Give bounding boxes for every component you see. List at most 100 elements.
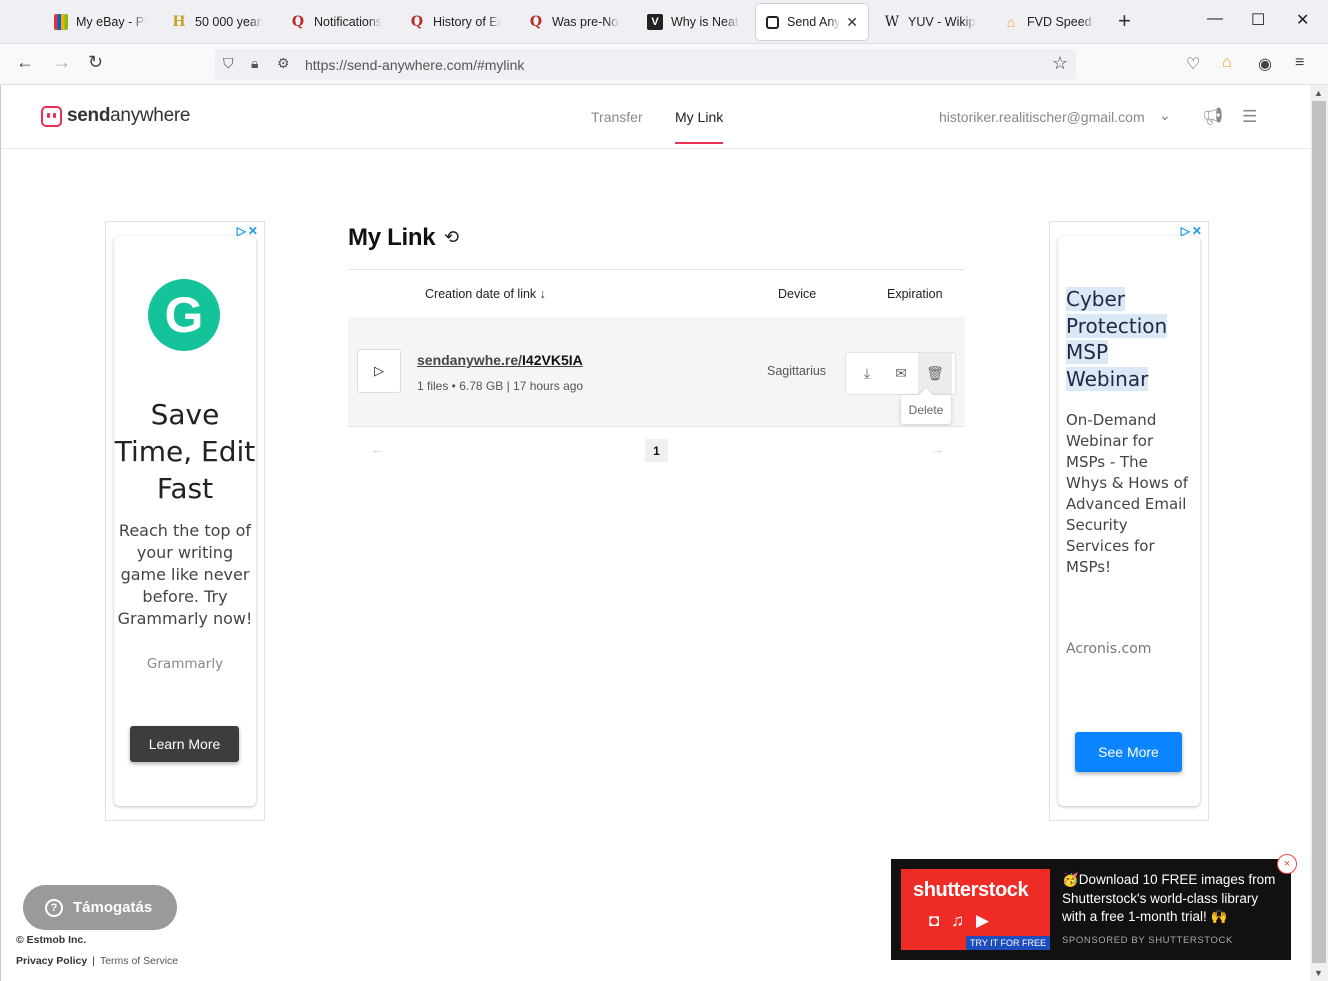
tab-label: Send Anywhere: [787, 15, 841, 29]
ad-headline-line: Time, Edit: [114, 435, 256, 468]
ad-headline: Cyber Protection MSP Webinar: [1066, 286, 1181, 392]
sponsored-label: SPONSORED BY SHUTTERSTOCK: [1062, 935, 1233, 946]
table-row[interactable]: ▷ sendanywhe.re/I42VK5IA 1 files • 6.78 …: [348, 317, 965, 426]
new-tab-button[interactable]: +: [1118, 8, 1131, 34]
navigation-bar: ← → ↻ ⛉ 🔒︎ ⚙︎ https://send-anywhere.com/…: [0, 44, 1328, 85]
ad-headline-line: Webinar: [1066, 366, 1149, 391]
terms-of-service-link[interactable]: Terms of Service: [100, 955, 178, 967]
refresh-icon[interactable]: ⟲: [444, 227, 459, 248]
chevron-down-icon[interactable]: ⌄: [1159, 107, 1171, 124]
ad-body-line: MSPs - The: [1066, 453, 1148, 471]
scroll-down-icon[interactable]: ▼: [1314, 968, 1323, 978]
privacy-policy-link[interactable]: Privacy Policy: [16, 955, 87, 967]
neat-video-icon: V: [647, 14, 663, 30]
tab-fvd-speed-dial[interactable]: ⌂ FVD Speed Dial: [993, 4, 1105, 40]
tab-neat-video[interactable]: V Why is Neat video: [637, 4, 749, 40]
bookmark-star-icon[interactable]: ☆: [1052, 53, 1068, 74]
ad-body-line: MSPs!: [1066, 558, 1112, 576]
tab-wikipedia-yuv[interactable]: W YUV - Wikipedia: [874, 4, 986, 40]
megaphone-icon[interactable]: 📢︎: [1202, 107, 1224, 127]
ad-body-line: Grammarly now!: [117, 609, 253, 628]
support-label: Támogatás: [73, 899, 153, 916]
url-text[interactable]: https://send-anywhere.com/#mylink: [305, 57, 524, 73]
page-number[interactable]: 1: [645, 439, 668, 462]
camera-music-video-icons: ◘♫▶: [929, 911, 1002, 930]
logo-text-bold: send: [67, 105, 111, 126]
reload-icon[interactable]: ↻: [88, 52, 103, 73]
lock-icon[interactable]: 🔒︎: [251, 55, 258, 72]
hamburger-menu-icon[interactable]: ☰: [1242, 107, 1257, 127]
quora-icon: Q: [291, 14, 305, 30]
learn-more-button[interactable]: Learn More: [130, 726, 239, 762]
menu-icon[interactable]: ≡: [1295, 54, 1304, 72]
tab-label: FVD Speed Dial: [1027, 15, 1095, 29]
close-tab-icon[interactable]: ✕: [846, 14, 858, 31]
tab-ebay[interactable]: My eBay - Purchase history: [44, 4, 156, 40]
try-free-label[interactable]: TRY IT FOR FREE: [965, 936, 1050, 950]
account-email[interactable]: historiker.realitischer@gmail.com: [939, 109, 1145, 125]
nav-transfer[interactable]: Transfer: [591, 109, 643, 125]
scrollbar-thumb[interactable]: [1312, 101, 1326, 963]
column-header-creation-date[interactable]: Creation date of link ↓: [425, 287, 546, 301]
shutterstock-banner-ad[interactable]: shutterstock ◘♫▶ TRY IT FOR FREE 🥳Downlo…: [891, 854, 1297, 960]
scroll-up-icon[interactable]: ▲: [1314, 88, 1323, 98]
mail-icon[interactable]: ✉: [884, 353, 918, 394]
ad-body: On-Demand Webinar for MSPs - The Whys & …: [1066, 410, 1196, 578]
device-name: Sagittarius: [767, 364, 827, 378]
tab-quora-history[interactable]: Q History of English: [399, 4, 511, 40]
tab-label: History of English: [433, 15, 501, 29]
prev-page-icon[interactable]: ←: [370, 441, 384, 457]
back-icon[interactable]: ←: [16, 52, 34, 73]
tab-quora-prenorman[interactable]: Q Was pre-Norman: [518, 4, 630, 40]
ad-headline-line: MSP: [1066, 340, 1109, 364]
browser-window: My eBay - Purchase history H 50 000 year…: [0, 0, 1328, 981]
next-page-icon[interactable]: →: [930, 441, 944, 457]
shield-icon[interactable]: ⛉: [223, 55, 234, 72]
tab-label: Why is Neat video: [671, 15, 739, 29]
column-header-device: Device: [778, 287, 817, 301]
permissions-icon[interactable]: ⚙︎: [277, 55, 290, 72]
minimize-button[interactable]: —: [1207, 10, 1223, 28]
ad-body-line: Advanced Email: [1066, 495, 1187, 513]
shutterstock-wordmark: shutterstock: [913, 879, 1029, 901]
ad-brand: Grammarly: [146, 656, 224, 672]
vertical-scrollbar[interactable]: ▲ ▼: [1310, 85, 1328, 981]
ad-grammarly[interactable]: ▷✕ G Save Time, Edit Fast Reach the top …: [105, 221, 265, 821]
ad-acronis[interactable]: ▷✕ Cyber Protection MSP Webinar On-Deman…: [1049, 221, 1209, 821]
ad-brand: Acronis.com: [1066, 641, 1152, 657]
forward-icon[interactable]: →: [53, 52, 71, 73]
tab-label: Was pre-Norman: [552, 15, 620, 29]
ad-headline-line: Protection: [1066, 313, 1168, 338]
ad-body: Reach the top of your writing game like …: [114, 520, 256, 630]
send-anywhere-icon: [766, 15, 779, 29]
nav-my-link[interactable]: My Link: [675, 109, 724, 144]
tab-50000-years[interactable]: H 50 000 years of: [161, 4, 273, 40]
ad-body-line: your writing: [136, 543, 234, 562]
tab-label: My eBay - Purchase history: [76, 15, 146, 29]
trash-icon[interactable]: 🗑︎: [918, 353, 952, 394]
url-bar[interactable]: ⛉ 🔒︎ ⚙︎ https://send-anywhere.com/#mylin…: [215, 49, 1076, 80]
site-header: sendanywhere Transfer My Link historiker…: [1, 85, 1311, 149]
fvd-toolbar-icon[interactable]: ⌂: [1222, 54, 1232, 72]
ad-body-line: before. Try: [142, 587, 228, 606]
grammarly-logo-icon: G: [148, 279, 220, 351]
row-actions: ⤓ ✉ 🗑︎: [845, 352, 956, 395]
close-banner-icon[interactable]: ×: [1277, 854, 1297, 874]
see-more-button[interactable]: See More: [1075, 732, 1182, 772]
divider: |: [92, 955, 95, 967]
ad-body-line: Security: [1066, 516, 1128, 534]
extension-icon[interactable]: ◉: [1258, 54, 1272, 74]
close-window-button[interactable]: ✕: [1296, 10, 1309, 30]
send-anywhere-logo[interactable]: sendanywhere: [41, 105, 190, 127]
tab-send-anywhere[interactable]: Send Anywhere ✕: [756, 4, 868, 40]
pocket-icon[interactable]: ♡: [1186, 54, 1200, 74]
ad-body-line: game like never: [120, 565, 250, 584]
web-page: sendanywhere Transfer My Link historiker…: [0, 85, 1311, 981]
tab-quora-notifications[interactable]: Q Notifications - Quora: [280, 4, 392, 40]
share-link[interactable]: sendanywhe.re/I42VK5IA: [417, 352, 583, 368]
maximize-button[interactable]: ☐: [1251, 10, 1265, 30]
support-button[interactable]: ? Támogatás: [23, 885, 177, 930]
download-icon[interactable]: ⤓: [850, 353, 884, 394]
ebay-bag-icon: [54, 14, 68, 30]
wikipedia-icon: W: [884, 14, 900, 30]
